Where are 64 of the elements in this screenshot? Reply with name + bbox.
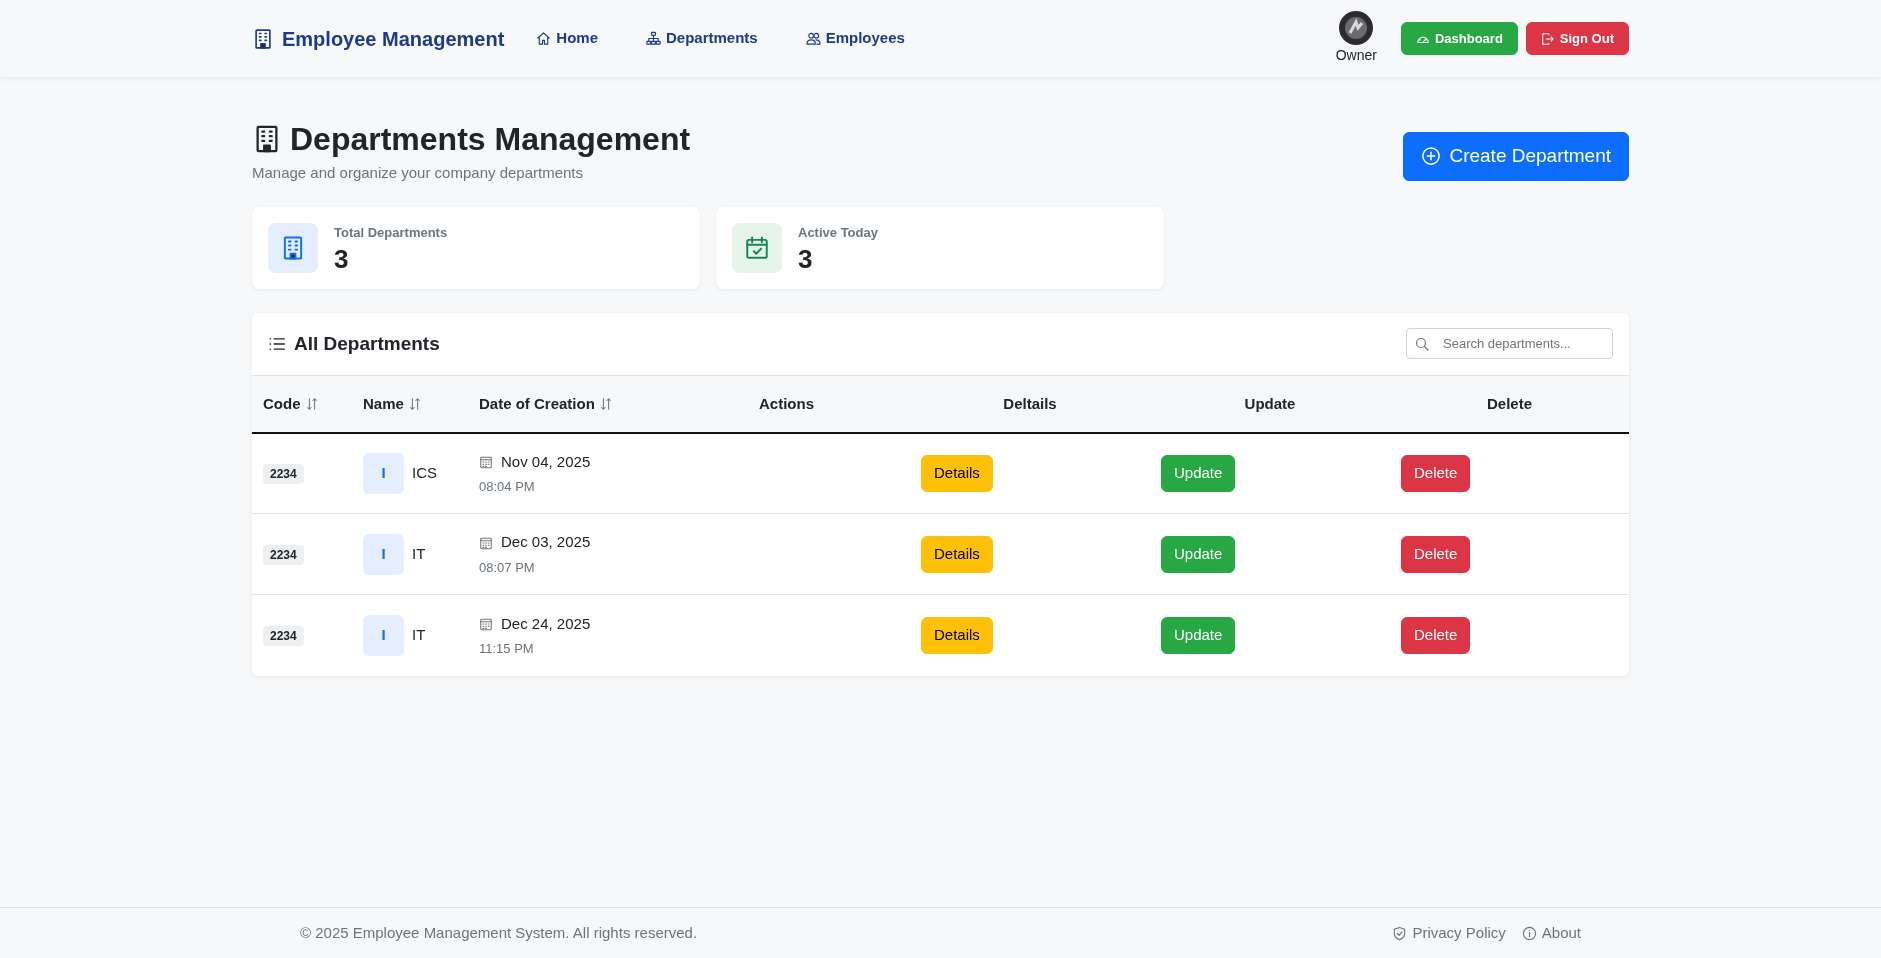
creation-time: 11:15 PM (479, 640, 535, 659)
code-badge: 2234 (263, 626, 304, 647)
column-header[interactable]: Date of Creation (468, 375, 748, 433)
creation-time: 08:07 PM (479, 558, 536, 577)
initial-badge: I (363, 615, 404, 657)
nav-link[interactable]: Employees (805, 27, 905, 50)
stat-value: 3 (798, 246, 814, 273)
update-button[interactable]: Update (1161, 536, 1236, 573)
initial-badge: I (363, 453, 404, 495)
update-button[interactable]: Update (1161, 617, 1236, 654)
calendar-icon (479, 535, 493, 550)
calendar-icon (744, 234, 770, 261)
plus-circle-icon (1421, 146, 1442, 167)
calendar-icon (479, 454, 493, 469)
delete-button[interactable]: Delete (1401, 536, 1471, 573)
stat-label: Active Today (798, 223, 878, 242)
home-icon (536, 31, 552, 46)
sitemap-icon (646, 31, 661, 46)
details-button[interactable]: Details (921, 617, 993, 654)
column-header[interactable]: Code (252, 375, 352, 433)
calendar-icon (479, 616, 493, 631)
footer-link[interactable]: About (1521, 921, 1581, 945)
sign-out-icon (1540, 31, 1555, 46)
creation-date: Nov 04, 2025 (501, 451, 591, 472)
nav-link[interactable]: Home (536, 27, 598, 50)
table-title: All Departments (294, 331, 440, 356)
code-badge: 2234 (263, 545, 304, 566)
user-name: Owner (1335, 46, 1377, 65)
column-header: Actions (748, 375, 910, 433)
update-button[interactable]: Update (1161, 455, 1236, 492)
info-icon (1521, 925, 1537, 941)
delete-button[interactable]: Delete (1401, 617, 1471, 654)
department-name: IT (412, 625, 426, 646)
shield-icon (1392, 925, 1408, 941)
building-icon (252, 27, 274, 50)
search-icon (1414, 336, 1430, 353)
column-header: Update (1150, 375, 1390, 433)
copyright-text: © 2025 Employee Management System. All rights reserved. (300, 922, 698, 943)
column-header: Delete (1390, 375, 1629, 433)
details-button[interactable]: Details (921, 536, 993, 573)
search-field[interactable]: Search departments... (1406, 328, 1613, 360)
creation-date: Dec 03, 2025 (501, 532, 591, 553)
code-badge: 2234 (263, 464, 304, 485)
initial-badge: I (363, 533, 404, 575)
nav-link[interactable]: Departments (646, 27, 758, 50)
details-button[interactable]: Details (921, 455, 993, 492)
sign-out-button[interactable]: Sign Out (1525, 21, 1629, 56)
creation-time: 08:04 PM (479, 478, 536, 497)
department-name: ICS (412, 463, 437, 484)
create-button[interactable]: Create Department (1403, 132, 1629, 181)
column-header: Deltails (910, 375, 1150, 433)
footer-link[interactable]: Privacy Policy (1392, 921, 1506, 945)
page-subtitle: Manage and organize your company departments (252, 163, 585, 184)
brand-title: Employee Management (282, 26, 505, 52)
stat-label: Total Departments (334, 223, 448, 242)
avatar-icon (1339, 11, 1374, 45)
page-title: Departments Management (290, 120, 691, 159)
department-name: IT (412, 544, 426, 565)
people-icon (805, 31, 821, 46)
stat-value: 3 (334, 246, 350, 273)
creation-date: Dec 24, 2025 (501, 613, 591, 634)
dashboard-button[interactable]: Dashboard (1400, 21, 1518, 56)
column-header[interactable]: Name (352, 375, 468, 433)
delete-button[interactable]: Delete (1401, 455, 1471, 492)
